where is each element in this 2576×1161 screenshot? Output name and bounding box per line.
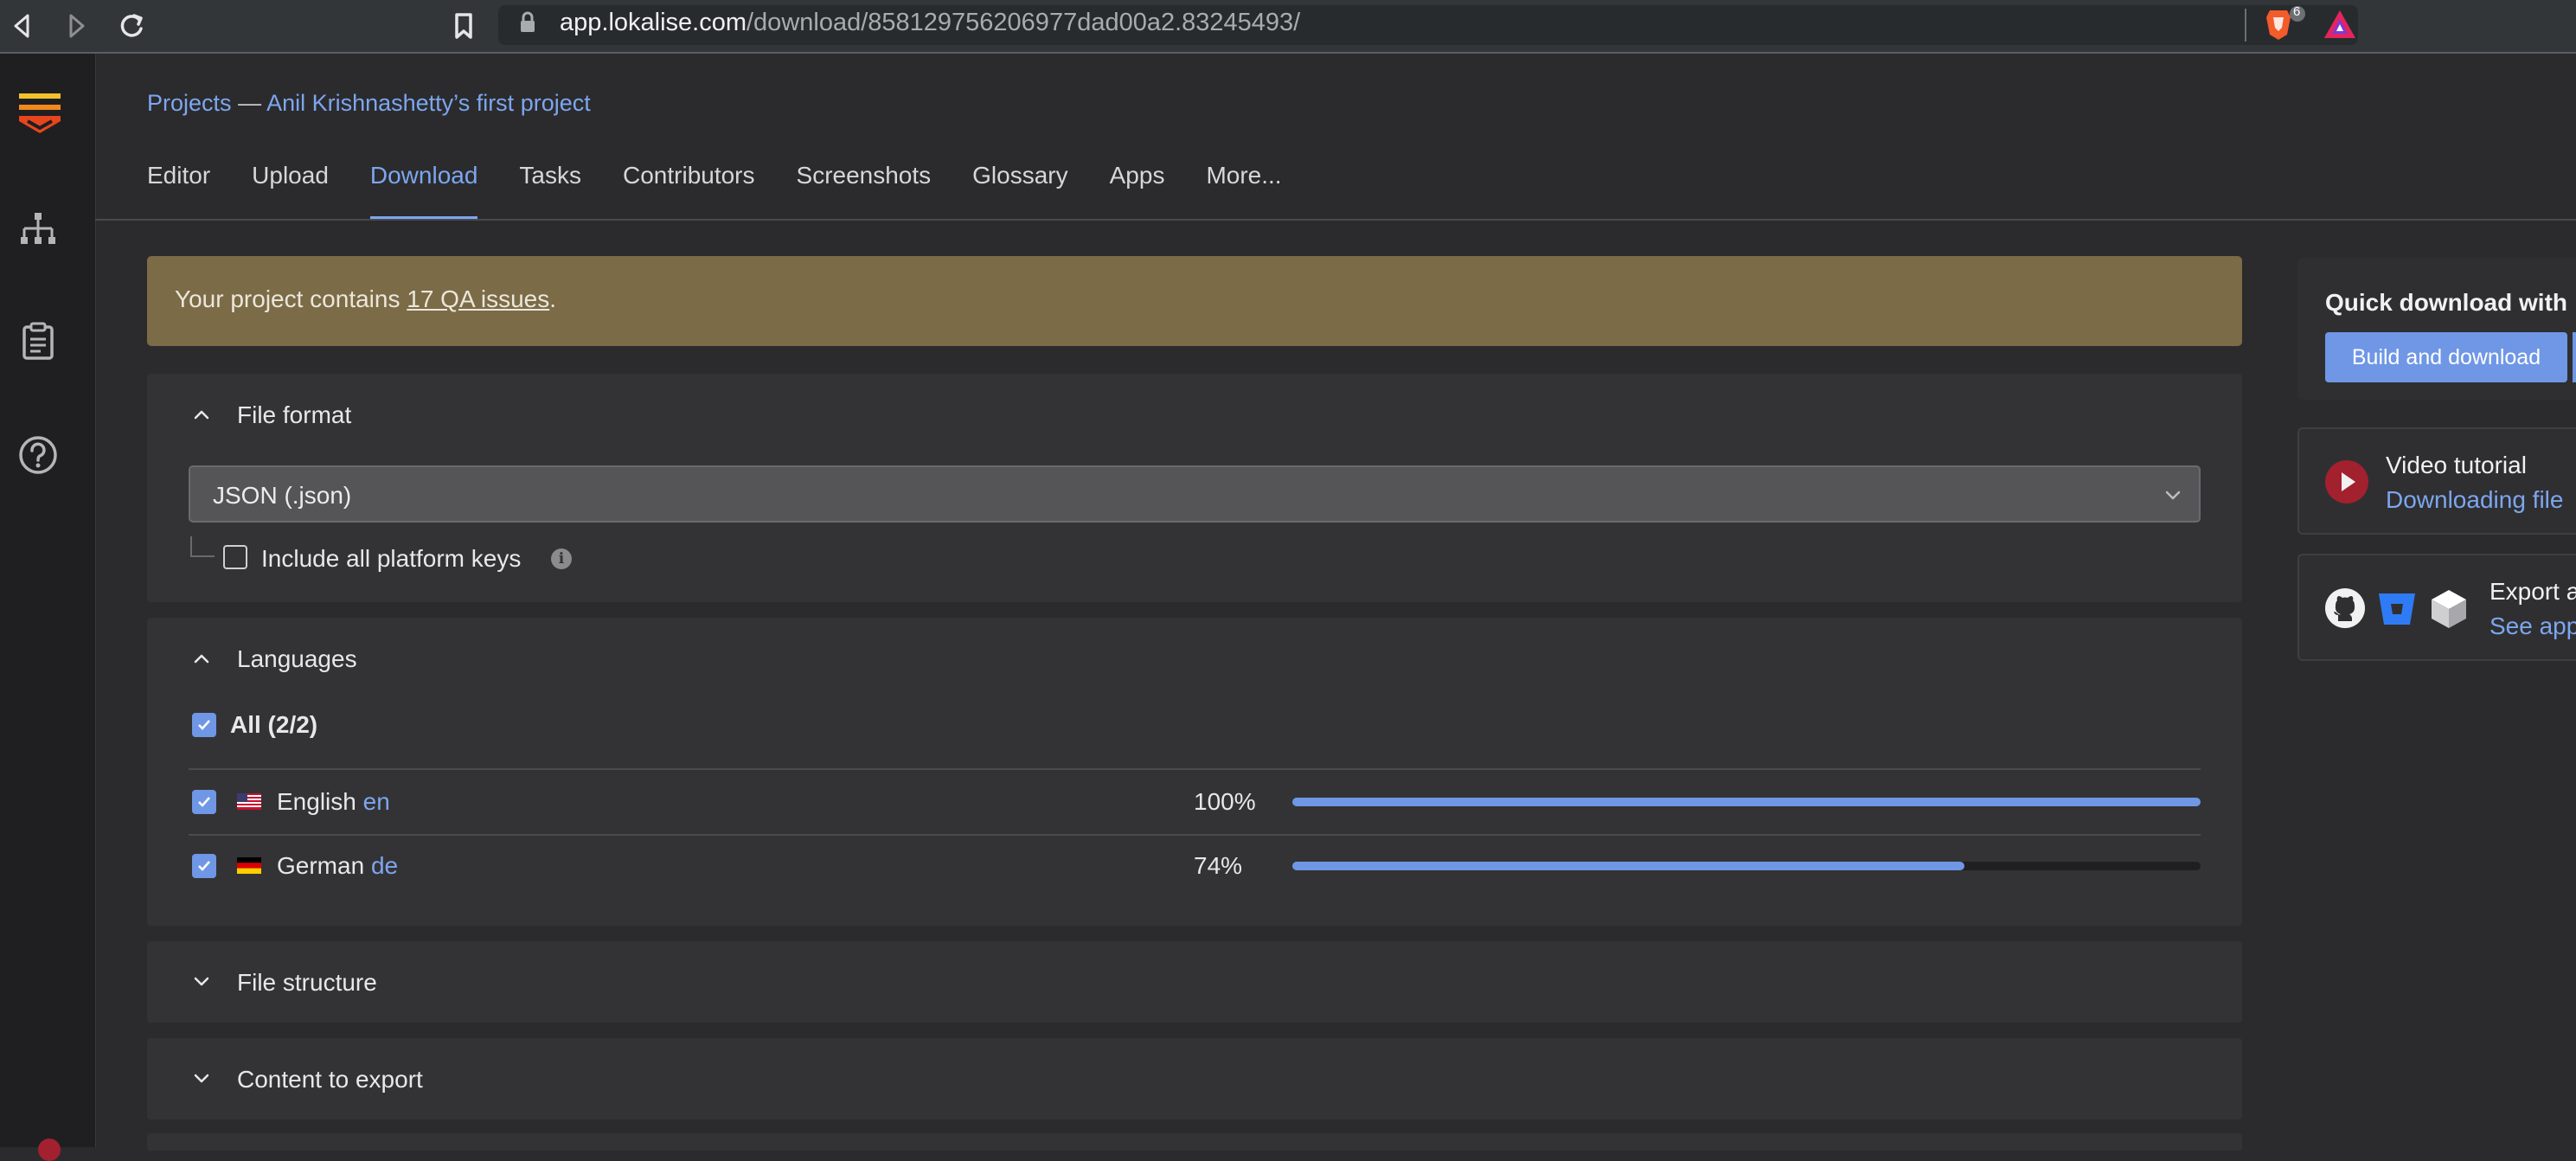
next-panel <box>147 1133 2242 1151</box>
language-progress-bar-de <box>1292 862 2201 870</box>
qa-issues-banner: Your project contains 17 QA issues. <box>147 256 2242 346</box>
content-to-export-title[interactable]: Content to export <box>237 1066 423 1094</box>
content-to-export-panel: Content to export <box>147 1038 2242 1119</box>
tab-download[interactable]: Download <box>369 156 477 220</box>
chevron-down-icon <box>2165 491 2181 500</box>
export-title: Export a <box>2489 578 2576 605</box>
qa-suffix: . <box>549 285 557 312</box>
browser-toolbar: app.lokalise.com/download/85812975620697… <box>0 0 2576 54</box>
quick-download-card: Quick download with Build and download <box>2297 258 2576 400</box>
url-text[interactable]: app.lokalise.com/download/85812975620697… <box>560 3 1300 42</box>
header-divider <box>95 219 2576 221</box>
brave-rewards-icon[interactable] <box>2323 9 2357 40</box>
language-code-en: en <box>362 788 390 815</box>
tree-connector <box>190 536 215 557</box>
build-and-download-button[interactable]: Build and download <box>2325 332 2567 382</box>
notification-dot-icon[interactable] <box>38 1139 61 1161</box>
language-name-en: English <box>277 788 356 815</box>
toolbar-divider <box>2245 9 2246 42</box>
file-structure-panel: File structure <box>147 941 2242 1023</box>
language-progress-fill-en <box>1292 798 2201 806</box>
brave-badge-count: 6 <box>2293 4 2301 19</box>
all-languages-checkbox[interactable] <box>192 713 216 737</box>
language-progress-label-en: 100% <box>1194 788 1256 815</box>
left-rail <box>0 54 96 1147</box>
bookmark-icon[interactable] <box>445 7 483 45</box>
breadcrumb-project-link[interactable]: Anil Krishnashetty’s first project <box>266 90 591 116</box>
all-languages-label: All (2/2) <box>230 711 318 738</box>
chevron-up-icon[interactable] <box>190 403 213 426</box>
export-apps-card: Export a See app <box>2297 554 2576 661</box>
language-name: German de <box>277 852 398 880</box>
help-icon[interactable] <box>17 434 59 476</box>
bitbucket-icon[interactable] <box>2375 587 2419 630</box>
breadcrumb-separator: — <box>238 90 262 116</box>
clipboard-icon[interactable] <box>17 320 59 362</box>
brave-shield-icon[interactable]: 6 <box>2265 4 2308 48</box>
video-tutorial-link[interactable]: Downloading file <box>2386 486 2563 514</box>
qa-issues-text: Your project contains 17 QA issues. <box>175 285 556 313</box>
de-flag-icon <box>237 857 261 874</box>
quick-download-title: Quick download with <box>2325 289 2567 316</box>
language-name-de: German <box>277 852 365 879</box>
file-format-title[interactable]: File format <box>237 401 351 429</box>
qa-prefix: Your project contains <box>175 285 407 312</box>
play-icon[interactable] <box>2323 459 2370 505</box>
export-apps-link[interactable]: See app <box>2489 613 2576 640</box>
file-structure-title[interactable]: File structure <box>237 969 377 997</box>
chevron-up-icon[interactable] <box>190 647 213 670</box>
language-progress-fill-de <box>1292 862 1964 870</box>
lokalise-logo-icon[interactable] <box>17 90 62 142</box>
info-icon[interactable]: i <box>551 548 572 569</box>
reload-icon[interactable] <box>112 7 151 45</box>
language-checkbox-en[interactable] <box>192 790 216 814</box>
url-path: /download/858129756206977dad00a2.8324549… <box>747 9 1301 36</box>
tab-editor[interactable]: Editor <box>147 156 210 220</box>
lock-icon <box>521 11 535 32</box>
language-code-de: de <box>370 852 399 879</box>
breadcrumb: Projects — Anil Krishnashetty’s first pr… <box>147 90 591 117</box>
chevron-down-icon[interactable] <box>190 971 213 993</box>
include-platform-keys-checkbox[interactable] <box>223 545 247 569</box>
include-platform-keys-label: Include all platform keys <box>261 545 522 572</box>
tab-screenshots[interactable]: Screenshots <box>797 156 932 220</box>
tab-glossary[interactable]: Glossary <box>972 156 1067 220</box>
url-host: app.lokalise.com <box>560 9 747 36</box>
languages-title[interactable]: Languages <box>237 645 357 673</box>
languages-panel: Languages All (2/2) English en 100% Germ… <box>147 618 2242 926</box>
package-icon[interactable] <box>2427 587 2470 630</box>
video-tutorial-title: Video tutorial <box>2386 452 2527 478</box>
project-tabs: Editor Upload Download Tasks Contributor… <box>147 156 1323 220</box>
tab-contributors[interactable]: Contributors <box>623 156 755 220</box>
us-flag-icon <box>237 793 261 810</box>
back-icon[interactable] <box>3 7 42 45</box>
hierarchy-icon[interactable] <box>17 209 59 251</box>
language-progress-label-de: 74% <box>1194 852 1243 879</box>
language-divider <box>189 768 2201 770</box>
qa-issues-link[interactable]: 17 QA issues <box>407 285 549 312</box>
file-format-panel: File format JSON (.json) Include all pla… <box>147 374 2242 602</box>
language-checkbox-de[interactable] <box>192 854 216 878</box>
tab-more[interactable]: More... <box>1206 156 1281 220</box>
forward-icon[interactable] <box>57 7 95 45</box>
build-options-button[interactable] <box>2573 332 2576 382</box>
tab-apps[interactable]: Apps <box>1110 156 1165 220</box>
github-icon[interactable] <box>2323 587 2367 630</box>
video-tutorial-card: Video tutorial Downloading file <box>2297 427 2576 535</box>
file-format-select[interactable]: JSON (.json) <box>189 465 2201 523</box>
breadcrumb-projects-link[interactable]: Projects <box>147 90 232 116</box>
tab-tasks[interactable]: Tasks <box>519 156 581 220</box>
language-progress-bar-en <box>1292 798 2201 806</box>
tab-upload[interactable]: Upload <box>252 156 329 220</box>
language-name: English en <box>277 788 390 816</box>
chevron-down-icon[interactable] <box>190 1068 213 1090</box>
language-divider <box>189 834 2201 836</box>
file-format-value: JSON (.json) <box>213 482 352 509</box>
